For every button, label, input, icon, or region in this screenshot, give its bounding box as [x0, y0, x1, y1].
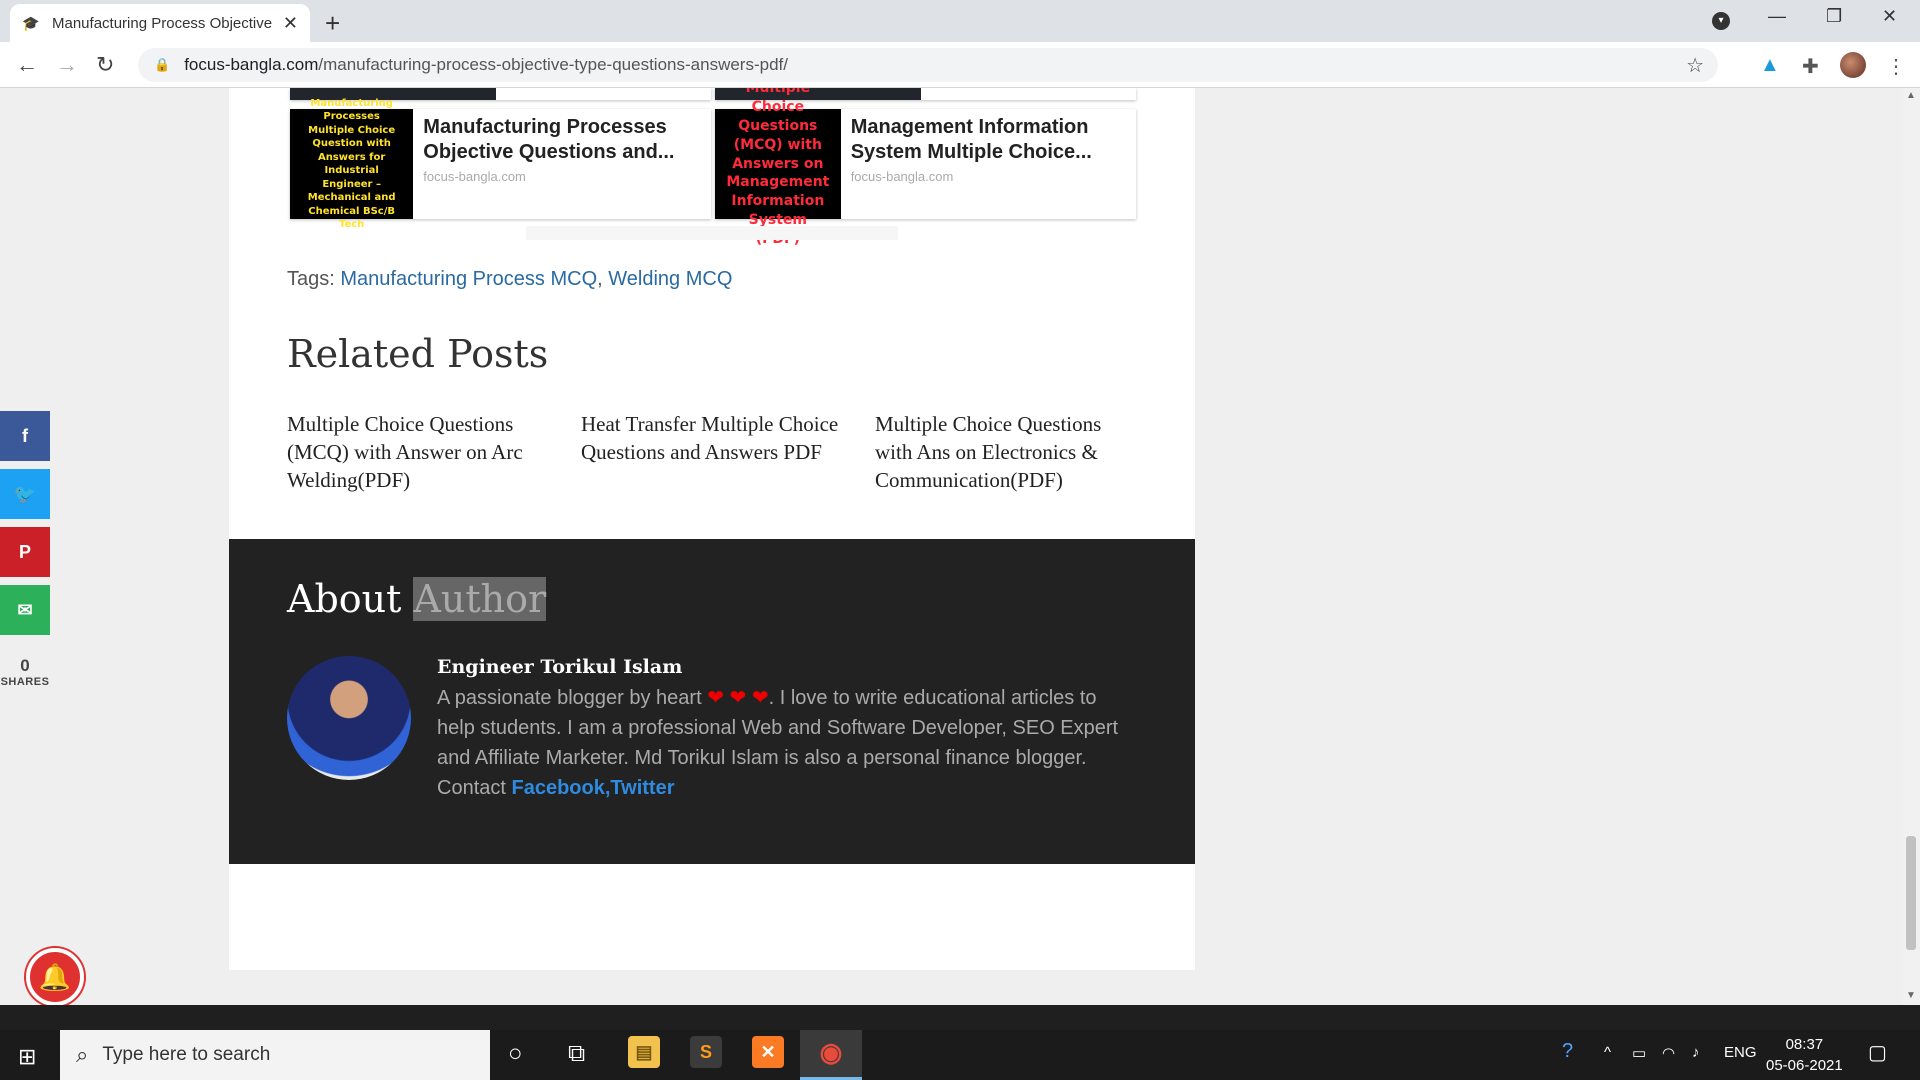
taskbar-search-box[interactable]: ⌕ Type here to search [60, 1030, 490, 1080]
task-view-icon[interactable]: ⧉ [568, 1040, 585, 1068]
post-tags: Tags: Manufacturing Process MCQ, Welding… [287, 268, 733, 290]
restore-icon[interactable]: ❐ [1826, 6, 1842, 27]
browser-tab[interactable]: 🎓 Manufacturing Process Objective Type Q… [10, 4, 310, 42]
heart-icons: ❤ ❤ ❤ [707, 687, 769, 709]
pinterest-icon: P [18, 542, 31, 562]
forward-icon[interactable]: → [56, 52, 78, 78]
window-close-icon[interactable]: ✕ [1882, 6, 1897, 27]
reload-icon[interactable]: ↻ [96, 52, 114, 78]
tags-label: Tags: [287, 268, 335, 290]
author-name: Engineer Torikul Islam [437, 656, 683, 678]
recommended-card[interactable]: Multiple Choice Questions (MCQ) with Ans… [715, 88, 1136, 247]
facebook-icon: f [22, 426, 28, 446]
address-bar-row: ← → ↻ 🔒 focus-bangla.com/manufacturing-p… [0, 42, 1920, 88]
lock-icon[interactable]: 🔒 [154, 57, 170, 73]
share-email-button[interactable]: ✉ [0, 585, 50, 635]
url-host: focus-bangla.com [184, 55, 319, 74]
action-center-icon[interactable]: ▢ [1868, 1040, 1887, 1065]
email-icon: ✉ [17, 600, 33, 620]
bookmark-star-icon[interactable]: ☆ [1686, 53, 1704, 78]
menu-icon[interactable]: ⋮ [1886, 54, 1906, 79]
card-title[interactable]: Management Information System Multiple C… [851, 115, 1126, 165]
related-post-link[interactable]: Multiple Choice Questions with Ans on El… [875, 410, 1143, 494]
notification-bell-icon[interactable]: 🔔 [26, 948, 84, 1006]
help-icon[interactable]: ? [1562, 1040, 1573, 1063]
scroll-up-icon[interactable]: ▲ [1906, 90, 1916, 101]
tab-title: Manufacturing Process Objective Type Que… [52, 14, 272, 32]
tag-link[interactable]: Welding MCQ [608, 268, 732, 290]
share-count: 0 SHARES [0, 656, 50, 688]
twitter-icon: 🐦 [13, 484, 37, 504]
article-column: Manufacturing Processes Multiple Choice … [229, 88, 1195, 970]
graduation-cap-icon: 🎓 [22, 15, 40, 31]
card-source: focus-bangla.com [850, 169, 954, 184]
about-author-heading: About Author [287, 577, 547, 621]
author-twitter-link[interactable]: Twitter [610, 777, 674, 799]
author-avatar [287, 656, 411, 780]
search-icon: ⌕ [76, 1042, 89, 1067]
puzzle-icon[interactable]: ✚ [1802, 54, 1819, 79]
cortana-icon[interactable]: ○ [508, 1040, 523, 1068]
profile-avatar[interactable] [1840, 52, 1866, 78]
xampp-icon[interactable]: ✕ [752, 1036, 784, 1068]
card-thumbnail[interactable]: Manufacturing Processes Multiple Choice … [290, 98, 414, 230]
system-clock[interactable]: 08:37 05-06-2021 [1766, 1034, 1843, 1076]
card-source: focus-bangla.com [423, 169, 526, 184]
new-tab-button[interactable]: + [325, 8, 340, 39]
windows-taskbar: ⊞ ⌕ Type here to search ○ ⧉ ▤ S ✕ ◉ ? ^ … [0, 1005, 1920, 1080]
language-indicator[interactable]: ENG [1724, 1044, 1757, 1061]
battery-icon[interactable]: ▭ [1632, 1044, 1646, 1062]
recommended-card[interactable]: Manufacturing Processes Multiple Choice … [290, 98, 711, 230]
about-author-box: About Author Engineer Torikul Islam A pa… [229, 539, 1195, 864]
url-field[interactable]: 🔒 focus-bangla.com/manufacturing-process… [138, 48, 1718, 82]
author-facebook-link[interactable]: Facebook [512, 777, 605, 799]
network-icon[interactable]: ◠ [1662, 1044, 1675, 1062]
sublime-text-icon[interactable]: S [690, 1036, 722, 1068]
related-post-link[interactable]: Multiple Choice Questions (MCQ) with Ans… [287, 410, 555, 494]
extension-icon[interactable]: ▲ [1760, 54, 1780, 77]
author-bio: A passionate blogger by heart ❤ ❤ ❤. I l… [437, 687, 1119, 799]
url-path: /manufacturing-process-objective-type-qu… [318, 55, 788, 74]
card-title[interactable]: Manufacturing Processes Objective Questi… [423, 115, 701, 165]
volume-icon[interactable]: ♪ [1692, 1044, 1700, 1061]
page-scrollbar[interactable]: ▲ ▼ [1902, 88, 1920, 1005]
taskbar-chrome-active[interactable]: ◉ [800, 1030, 862, 1080]
card-thumbnail[interactable]: Multiple Choice Questions (MCQ) with Ans… [715, 88, 841, 247]
chrome-icon: ◉ [819, 1037, 843, 1067]
scrollbar-thumb[interactable] [1906, 836, 1916, 950]
share-twitter-button[interactable]: 🐦 [0, 469, 50, 519]
share-facebook-button[interactable]: f [0, 411, 50, 461]
page-viewport: Manufacturing Processes Multiple Choice … [0, 88, 1902, 1005]
windows-start-icon[interactable]: ⊞ [18, 1044, 36, 1070]
recommended-cards: Manufacturing Processes Multiple Choice … [290, 88, 1136, 247]
file-explorer-icon[interactable]: ▤ [628, 1036, 660, 1068]
related-posts-list: Multiple Choice Questions (MCQ) with Ans… [287, 410, 1143, 494]
tab-close-icon[interactable]: ✕ [283, 13, 298, 34]
share-pinterest-button[interactable]: P [0, 527, 50, 577]
related-posts-heading: Related Posts [287, 332, 549, 376]
scroll-down-icon[interactable]: ▼ [1906, 990, 1916, 1001]
tab-search-icon[interactable]: ▾ [1712, 12, 1730, 30]
taskbar-search-placeholder: Type here to search [102, 1044, 271, 1065]
back-icon[interactable]: ← [16, 52, 38, 78]
tag-link[interactable]: Manufacturing Process MCQ [340, 268, 597, 290]
related-post-link[interactable]: Heat Transfer Multiple Choice Questions … [581, 410, 849, 494]
browser-tab-bar: 🎓 Manufacturing Process Objective Type Q… [0, 0, 1920, 42]
ad-placeholder [526, 226, 898, 240]
tray-expand-icon[interactable]: ^ [1604, 1044, 1611, 1061]
previous-cards-stub [290, 88, 1136, 100]
minimize-icon[interactable]: — [1768, 6, 1786, 27]
